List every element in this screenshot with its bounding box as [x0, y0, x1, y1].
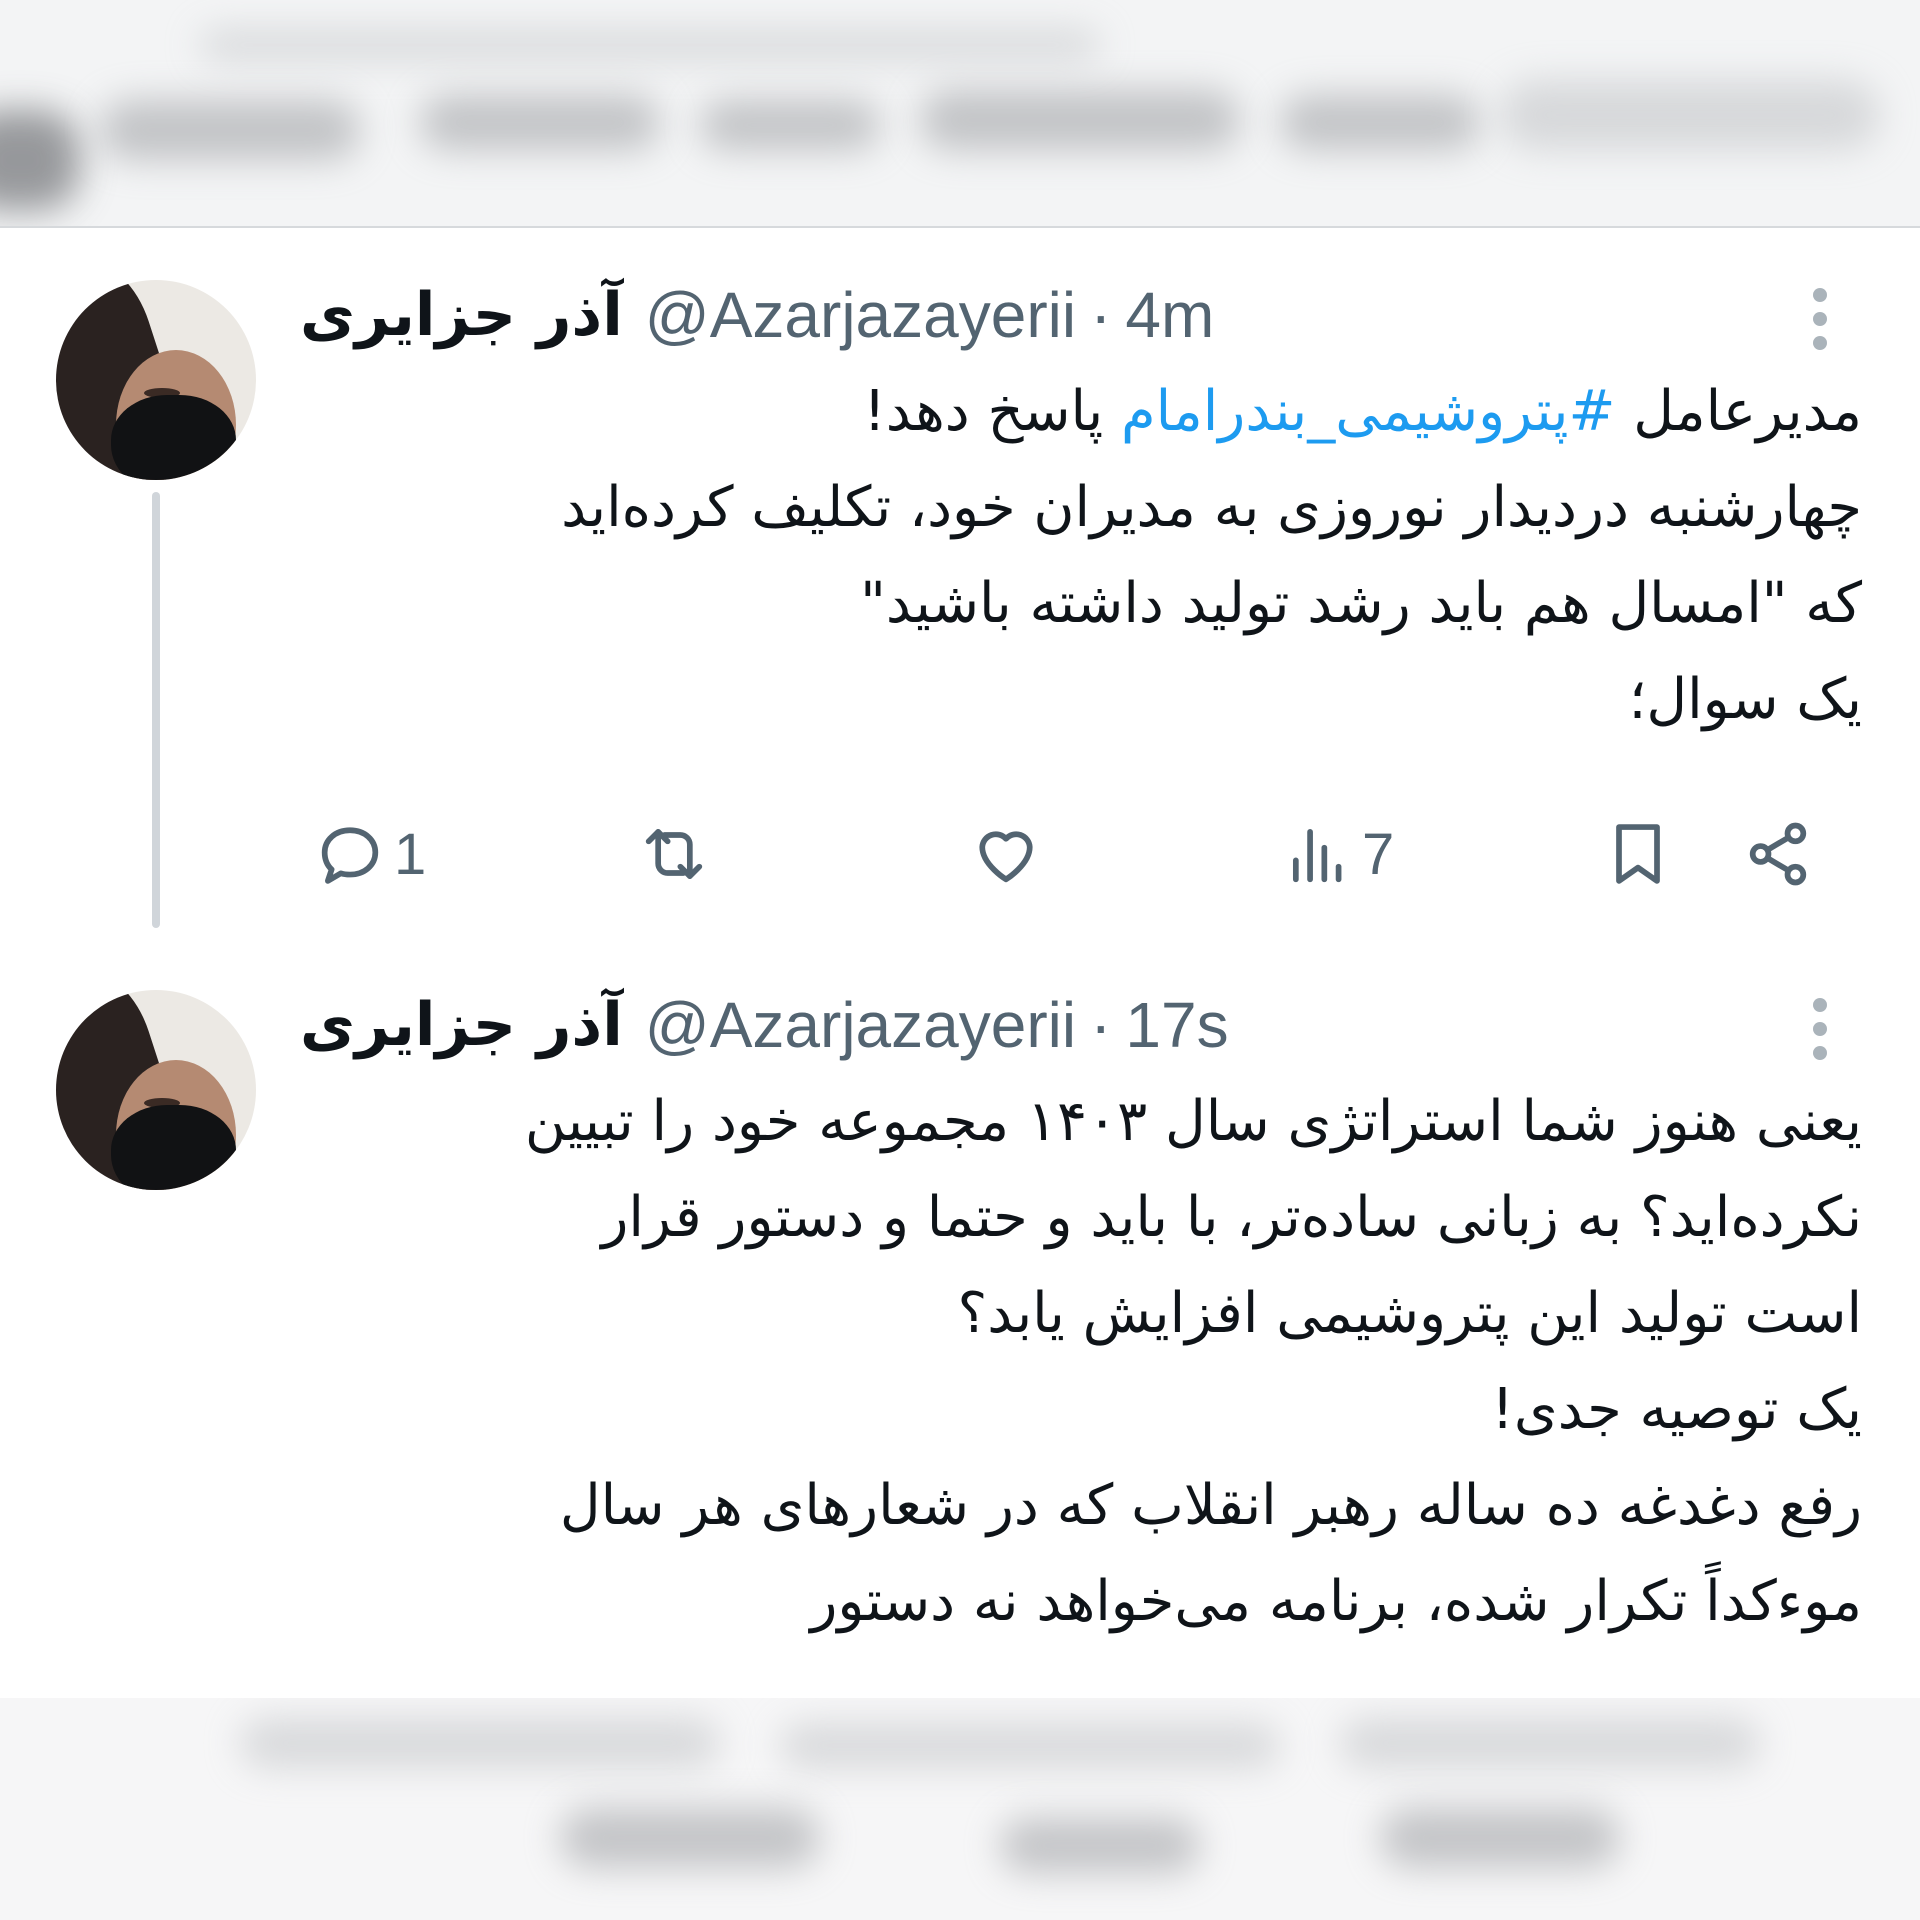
- blurred-following-content: [0, 1698, 1920, 1920]
- blurred-previous-content: [0, 0, 1920, 228]
- avatar[interactable]: [56, 280, 256, 480]
- tweet-text: یعنی هنوز شما استراتژی سال ۱۴۰۳ مجموعه خ…: [300, 1074, 1862, 1650]
- separator-dot: ·: [1090, 279, 1112, 351]
- tweet-timestamp[interactable]: 17s: [1125, 988, 1228, 1062]
- bookmark-button[interactable]: [1600, 794, 1676, 914]
- tweet-text-line: یعنی هنوز شما استراتژی سال ۱۴۰۳ مجموعه خ…: [524, 1089, 1862, 1154]
- tweet-text-line: یک توصیه جدی!: [1491, 1377, 1862, 1442]
- tweet-text-line: نکرده‌اید؟ به زبانی ساده‌تر، با باید و ح…: [601, 1185, 1862, 1250]
- hashtag-link[interactable]: #پتروشیمی_بندرامام: [1121, 379, 1615, 444]
- views-icon: [1292, 828, 1342, 883]
- separator-dot: ·: [1090, 989, 1112, 1061]
- tweet-header: آذر جزایری @Azarjazayerii · 17s: [300, 980, 1840, 1070]
- tweet-text: مدیرعامل #پتروشیمی_بندرامام پاسخ دهد! چه…: [300, 364, 1862, 748]
- user-handle[interactable]: @Azarjazayerii: [645, 988, 1076, 1062]
- tweet-item[interactable]: آذر جزایری @Azarjazayerii · 4m مدیرعامل …: [0, 228, 1920, 928]
- avatar[interactable]: [56, 990, 256, 1190]
- share-icon: [1749, 822, 1807, 886]
- tweet-text-line: یک سوال؛: [1628, 667, 1862, 732]
- tweet-text-line: مدیرعامل #پتروشیمی_بندرامام پاسخ دهد!: [863, 379, 1862, 444]
- share-button[interactable]: [1740, 794, 1816, 914]
- more-vertical-icon[interactable]: [1800, 274, 1840, 364]
- tweet-timestamp[interactable]: 4m: [1125, 278, 1214, 352]
- tweet-text-line: چهارشنبه دردیدار نوروزی به مدیران خود، ت…: [561, 475, 1862, 540]
- heart-icon: [979, 831, 1033, 883]
- retweet-button[interactable]: [636, 794, 712, 914]
- reply-count: 1: [394, 821, 427, 887]
- bookmark-icon: [1616, 824, 1660, 884]
- like-button[interactable]: [968, 794, 1044, 914]
- more-vertical-icon[interactable]: [1800, 984, 1840, 1074]
- tweet-header: آذر جزایری @Azarjazayerii · 4m: [300, 270, 1840, 360]
- views-count: 7: [1362, 821, 1395, 887]
- user-handle[interactable]: @Azarjazayerii: [645, 278, 1076, 352]
- reply-button[interactable]: 1: [312, 794, 426, 914]
- thread-connector-line: [152, 492, 160, 928]
- tweet-text-line: رفع دغدغه ده ساله رهبر انقلاب که در شعار…: [559, 1473, 1862, 1538]
- views-button[interactable]: 7: [1280, 794, 1394, 914]
- tweet-item[interactable]: آذر جزایری @Azarjazayerii · 17s یعنی هنو…: [0, 938, 1920, 1698]
- tweet-text-line: موءکداً تکرار شده، برنامه می‌خواهد نه دس…: [810, 1569, 1862, 1634]
- tweet-text-line: که "امسال هم باید رشد تولید داشته باشید": [860, 571, 1862, 636]
- tweet-action-bar: 1 7: [300, 794, 1850, 914]
- tweet-thread: آذر جزایری @Azarjazayerii · 4m مدیرعامل …: [0, 228, 1920, 1698]
- tweet-text-line: است تولید این پتروشیمی افزایش یابد؟: [957, 1281, 1862, 1346]
- retweet-icon: [645, 828, 703, 880]
- display-name[interactable]: آذر جزایری: [300, 280, 623, 350]
- reply-icon: [321, 827, 379, 884]
- display-name[interactable]: آذر جزایری: [300, 990, 623, 1060]
